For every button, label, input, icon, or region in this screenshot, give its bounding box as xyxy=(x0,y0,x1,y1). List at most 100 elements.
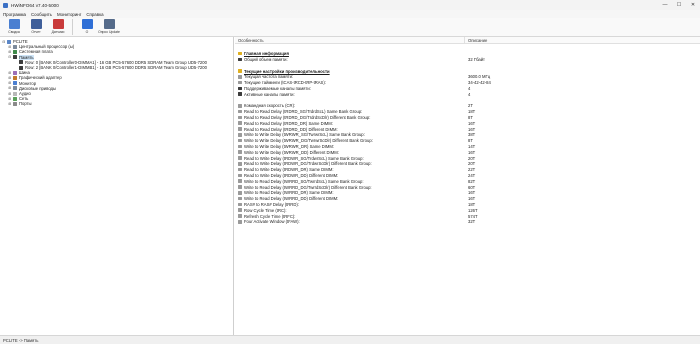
row-value: 38T xyxy=(468,132,476,138)
toolbar: Сводка Отчет Датчики О Опрос Update xyxy=(0,18,700,37)
info-icon xyxy=(81,19,93,29)
row-value: 60T xyxy=(468,184,476,190)
tree-expander-icon[interactable]: ⊞ xyxy=(8,45,12,49)
tree-node-icon xyxy=(19,60,23,65)
row-feature: Главная информация xyxy=(244,51,289,57)
tree-expander-icon[interactable]: ⊞ xyxy=(8,50,12,54)
row-icon xyxy=(238,57,242,62)
row-icon xyxy=(238,138,242,143)
tree-item[interactable]: Row: 2 [BANK 0/Controller1-DIMMB1] - 16 … xyxy=(14,65,207,70)
window-controls: — ☐ ✕ xyxy=(658,0,700,10)
row-value: 22T xyxy=(468,167,476,173)
tree-node-icon xyxy=(13,75,17,80)
row-value: 16T xyxy=(468,126,476,132)
row-icon xyxy=(238,150,242,154)
toolbar-button-save[interactable]: Отчет xyxy=(25,18,47,37)
tree-expander-icon[interactable]: ⊟ xyxy=(8,55,12,59)
row-icon xyxy=(238,179,242,183)
row-feature: Write to Read Delay (tWRRD_DR) Same DIMM… xyxy=(244,190,334,196)
tree-node-icon xyxy=(13,44,17,49)
row-feature: RAS# to RAS# Delay (tRRD): xyxy=(244,201,299,207)
row-icon xyxy=(238,104,242,108)
row-icon xyxy=(238,127,242,131)
row-feature: Write to Read Delay (tWRRD_DD) Different… xyxy=(244,196,339,202)
row-value: 16T xyxy=(468,190,476,196)
row-value: 16T xyxy=(468,120,476,126)
toolbar-button-sensors[interactable]: Датчики xyxy=(47,18,69,37)
row-icon xyxy=(238,167,242,172)
column-header-value[interactable]: Описание xyxy=(468,38,487,43)
tree-expander-icon[interactable]: ⊞ xyxy=(8,76,12,80)
row-icon xyxy=(238,208,242,212)
close-button[interactable]: ✕ xyxy=(686,0,700,10)
row-feature: Текущие настройки производительности xyxy=(244,68,330,74)
row-feature: Поддерживаемые каналы памяти: xyxy=(244,85,311,91)
menu-monitoring[interactable]: Мониторинг xyxy=(57,12,81,17)
row-feature: Write to Write Delay (tWRWR_DD) Differen… xyxy=(244,149,339,155)
menu-report[interactable]: Сообщить xyxy=(31,12,52,17)
tree-expander-icon[interactable]: ⊞ xyxy=(8,81,12,85)
sensors-icon xyxy=(52,19,64,29)
tree-node-icon xyxy=(13,101,17,106)
tree-expander-icon[interactable]: ⊞ xyxy=(8,97,12,101)
row-feature: Read to Read Delay (tRDRD_DD) Different … xyxy=(244,126,338,132)
row-icon xyxy=(238,220,242,224)
row-feature: Four Activate Window (tFAW): xyxy=(244,219,300,225)
menu-help[interactable]: Справка xyxy=(86,12,103,17)
toolbar-button-label: Опрос Update xyxy=(98,30,120,34)
row-feature: Read to Write Delay (tRDWR_DR) Same DIMM… xyxy=(244,167,334,173)
row-value: 20T xyxy=(468,161,476,167)
tree-expander-icon[interactable]: ⊞ xyxy=(8,102,12,106)
tree-item[interactable]: ⊞ Порты xyxy=(8,101,32,107)
row-icon xyxy=(238,202,242,207)
row-icon xyxy=(238,109,242,114)
row-value: 4 xyxy=(468,85,471,91)
tree-node-icon xyxy=(19,65,23,70)
minimize-button[interactable]: — xyxy=(658,0,672,10)
status-bar: PCLITE -> Память xyxy=(0,335,700,344)
save-icon xyxy=(30,19,42,29)
tree-item-label: Порты xyxy=(19,101,32,107)
row-icon xyxy=(238,173,242,178)
row-icon xyxy=(238,92,242,96)
column-header-feature[interactable]: Особенность xyxy=(238,38,264,43)
row-value: 34-42-42-84 xyxy=(468,80,491,86)
row-icon xyxy=(238,156,242,160)
row-feature: Write to Read Delay (tWRRD_DG/TwrrdScDlr… xyxy=(244,184,372,190)
update-icon xyxy=(103,19,115,29)
row-feature: Read to Write Delay (tRDWR_SG/TrdwrScL) … xyxy=(244,155,364,161)
row-feature: Write to Read Delay (tWRRD_SG/TwrrdScL) … xyxy=(244,178,364,184)
row-value: 14T xyxy=(468,143,476,149)
row-icon xyxy=(238,196,242,201)
toolbar-button-update[interactable]: Опрос Update xyxy=(98,18,120,37)
column-divider[interactable] xyxy=(464,37,465,44)
row-feature: Текущая частота памяти: xyxy=(244,74,294,80)
menu-program[interactable]: Программа xyxy=(3,12,26,17)
table-row[interactable]: Four Activate Window (tFAW): 32T xyxy=(235,219,700,225)
row-feature: Write to Write Delay (tWRWR_SG/TwrwrScL)… xyxy=(244,132,365,138)
row-feature: Write to Write Delay (tWRWR_DG/TwrwrScDl… xyxy=(244,138,373,144)
app-icon xyxy=(3,2,8,8)
tree-node-icon xyxy=(13,91,17,96)
device-tree[interactable]: ⊟ PCLITE ⊞ Центральный процессор (ы) ⊞ Систем… xyxy=(0,37,234,335)
row-feature: Write to Write Delay (tWRWR_DR) Same DIM… xyxy=(244,143,335,149)
row-value: 18T xyxy=(468,109,476,115)
toolbar-button-monitor[interactable]: Сводка xyxy=(3,18,25,37)
row-feature: Активные каналы памяти: xyxy=(244,91,295,97)
row-value: 8T xyxy=(468,114,473,120)
tree-expander-icon[interactable]: ⊞ xyxy=(8,86,12,90)
tree-node-icon xyxy=(13,49,17,54)
toolbar-button-label: Датчики xyxy=(51,30,65,34)
maximize-button[interactable]: ☐ xyxy=(672,0,686,10)
grid-header: Особенность Описание xyxy=(235,37,700,44)
tree-expander-icon[interactable]: ⊞ xyxy=(8,92,12,96)
tree-expander-icon[interactable]: ⊞ xyxy=(8,71,12,75)
menu-bar: Программа Сообщить Мониторинг Справка xyxy=(0,10,700,18)
window-title: HWiNFO64 v7.40-5000 xyxy=(11,2,59,8)
toolbar-button-info[interactable]: О xyxy=(76,18,98,37)
monitor-icon xyxy=(8,19,20,29)
row-value: 24T xyxy=(468,172,476,178)
tree-expander-icon[interactable]: ⊟ xyxy=(2,40,6,44)
row-value: 32T xyxy=(468,219,476,225)
row-value: 18T xyxy=(468,201,476,207)
